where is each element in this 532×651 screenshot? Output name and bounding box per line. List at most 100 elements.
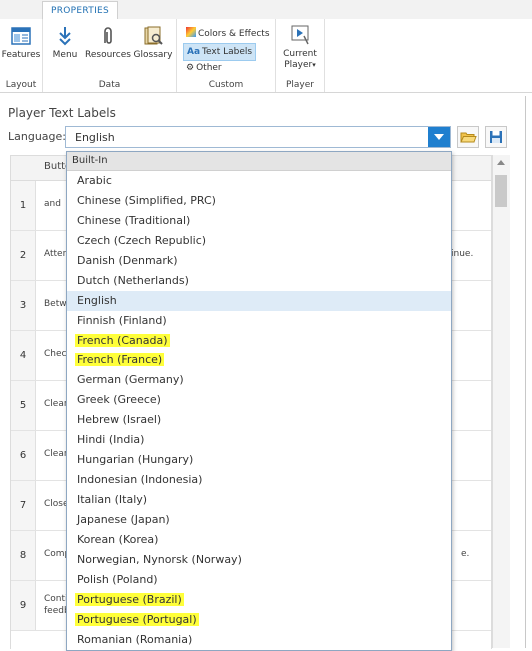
row-number: 8 xyxy=(11,531,36,580)
glossary-button[interactable]: Glossary xyxy=(132,23,174,60)
row-cell: Betw xyxy=(44,299,67,309)
language-option[interactable]: Japanese (Japan) xyxy=(67,510,451,530)
resources-button[interactable]: Resources xyxy=(83,23,133,60)
language-option[interactable]: Indonesian (Indonesia) xyxy=(67,470,451,490)
row-number: 7 xyxy=(11,481,36,530)
language-option-label: Portuguese (Brazil) xyxy=(75,592,184,606)
language-option[interactable]: Arabic xyxy=(67,171,451,191)
text-labels-label: Text Labels xyxy=(202,47,253,57)
language-option[interactable]: German (Germany) xyxy=(67,370,451,390)
language-select[interactable]: English xyxy=(65,126,451,148)
row-number: 9 xyxy=(11,581,36,630)
language-option-label: Hindi (India) xyxy=(77,433,145,447)
language-option[interactable]: Finnish (Finland) xyxy=(67,311,451,331)
language-option[interactable]: Hebrew (Israel) xyxy=(67,410,451,430)
row-number: 1 xyxy=(11,181,36,230)
language-dropdown-list: Built-In Arabic Chinese (Simplified, PRC)… xyxy=(66,151,452,651)
row-cell-right: inue. xyxy=(451,249,474,259)
language-option[interactable]: Italian (Italy) xyxy=(67,490,451,510)
text-labels-button[interactable]: Aa Text Labels xyxy=(183,43,257,61)
menu-label: Menu xyxy=(52,50,78,60)
language-option[interactable]: Chinese (Traditional) xyxy=(67,211,451,231)
language-option-label: French (Canada) xyxy=(75,333,170,347)
text-labels-icon: Aa xyxy=(187,47,201,57)
language-option[interactable]: French (Canada) xyxy=(67,331,451,351)
language-option-label: German (Germany) xyxy=(77,373,184,387)
ribbon: Features Layout Menu Resources Glossary … xyxy=(0,19,532,93)
group-label-data: Data xyxy=(98,80,121,90)
language-option[interactable]: Romanian (Romania) xyxy=(67,630,451,650)
row-cell: Clear xyxy=(44,449,68,459)
colors-effects-icon xyxy=(186,27,196,37)
other-button[interactable]: ⚙ Other xyxy=(183,60,225,76)
table-scrollbar[interactable] xyxy=(492,155,510,648)
panel-border xyxy=(525,96,526,648)
row-cell: Clear xyxy=(44,399,68,409)
resources-label: Resources xyxy=(85,50,131,60)
language-option-label: Arabic xyxy=(77,174,112,187)
panel-title: Player Text Labels xyxy=(8,106,116,120)
features-button[interactable]: Features xyxy=(0,23,42,60)
language-option[interactable]: Dutch (Netherlands) xyxy=(67,271,451,291)
language-label: Language: xyxy=(8,130,66,143)
language-option[interactable]: Danish (Denmark) xyxy=(67,251,451,271)
language-option-label: Hebrew (Israel) xyxy=(77,413,162,427)
scroll-up-icon[interactable] xyxy=(497,160,505,165)
language-option[interactable]: Czech (Czech Republic) xyxy=(67,231,451,251)
group-label-layout: Layout xyxy=(5,80,37,90)
save-button[interactable] xyxy=(485,126,507,148)
glossary-label: Glossary xyxy=(133,50,173,60)
features-label: Features xyxy=(1,50,41,60)
features-icon xyxy=(11,27,31,45)
language-option[interactable]: Korean (Korea) xyxy=(67,530,451,550)
current-player-icon xyxy=(291,25,309,45)
language-option-label: Finnish (Finland) xyxy=(77,313,167,327)
menu-button[interactable]: Menu xyxy=(45,23,85,60)
dropdown-group-label: Built-In xyxy=(72,155,108,166)
language-option[interactable]: Greek (Greece) xyxy=(67,390,451,410)
row-number: 3 xyxy=(11,281,36,330)
group-label-custom: Custom xyxy=(208,80,244,90)
current-player-label-2: Player▾ xyxy=(278,60,322,71)
language-option-label: French (France) xyxy=(75,353,165,367)
scrollbar-thumb[interactable] xyxy=(495,175,507,207)
language-option-label: Chinese (Simplified, PRC) xyxy=(77,193,216,207)
language-option[interactable]: Portuguese (Brazil) xyxy=(67,590,451,610)
dropdown-group-header: Built-In xyxy=(67,152,451,171)
language-option[interactable]: Hindi (India) xyxy=(67,430,451,450)
language-dropdown-button[interactable] xyxy=(428,127,450,147)
language-option-label: Hungarian (Hungary) xyxy=(77,453,194,467)
language-select-value: English xyxy=(75,131,115,144)
current-player-label-1: Current xyxy=(283,49,317,59)
language-option-label: Dutch (Netherlands) xyxy=(77,273,189,287)
row-number: 6 xyxy=(11,431,36,480)
other-label: Other xyxy=(196,63,222,73)
language-option[interactable]: English xyxy=(67,290,451,311)
language-option[interactable]: Portuguese (Portugal) xyxy=(67,610,451,630)
language-option[interactable]: Polish (Poland) xyxy=(67,570,451,590)
folder-icon xyxy=(460,132,477,143)
ribbon-group-data: Menu Resources Glossary Data xyxy=(43,19,177,92)
current-player-button[interactable]: Current Player▾ xyxy=(278,22,322,71)
gear-icon: ⚙ xyxy=(186,63,195,73)
language-option[interactable]: French (France) xyxy=(67,350,451,370)
language-option-label: Czech (Czech Republic) xyxy=(77,233,207,247)
row-cell-right: e. xyxy=(461,549,470,559)
language-option-label: Romanian (Romania) xyxy=(77,632,193,646)
paperclip-icon xyxy=(104,27,112,44)
language-option[interactable]: Hungarian (Hungary) xyxy=(67,450,451,470)
group-label-player: Player xyxy=(285,80,314,90)
colors-effects-button[interactable]: Colors & Effects xyxy=(183,26,273,42)
menu-icon xyxy=(59,27,71,46)
language-option[interactable]: Chinese (Simplified, PRC) xyxy=(67,191,451,211)
tab-properties[interactable]: PROPERTIES xyxy=(42,1,119,20)
language-option[interactable]: Norwegian, Nynorsk (Norway) xyxy=(67,550,451,570)
row-cell: and xyxy=(44,199,61,209)
language-option-label: Danish (Denmark) xyxy=(77,253,178,267)
language-option-label: Indonesian (Indonesia) xyxy=(77,473,203,487)
language-option-label: Norwegian, Nynorsk (Norway) xyxy=(77,552,242,566)
open-folder-button[interactable] xyxy=(457,126,479,148)
chevron-down-icon: ▾ xyxy=(312,61,316,69)
row-number: 4 xyxy=(11,331,36,380)
language-option-label: Italian (Italy) xyxy=(77,493,148,506)
